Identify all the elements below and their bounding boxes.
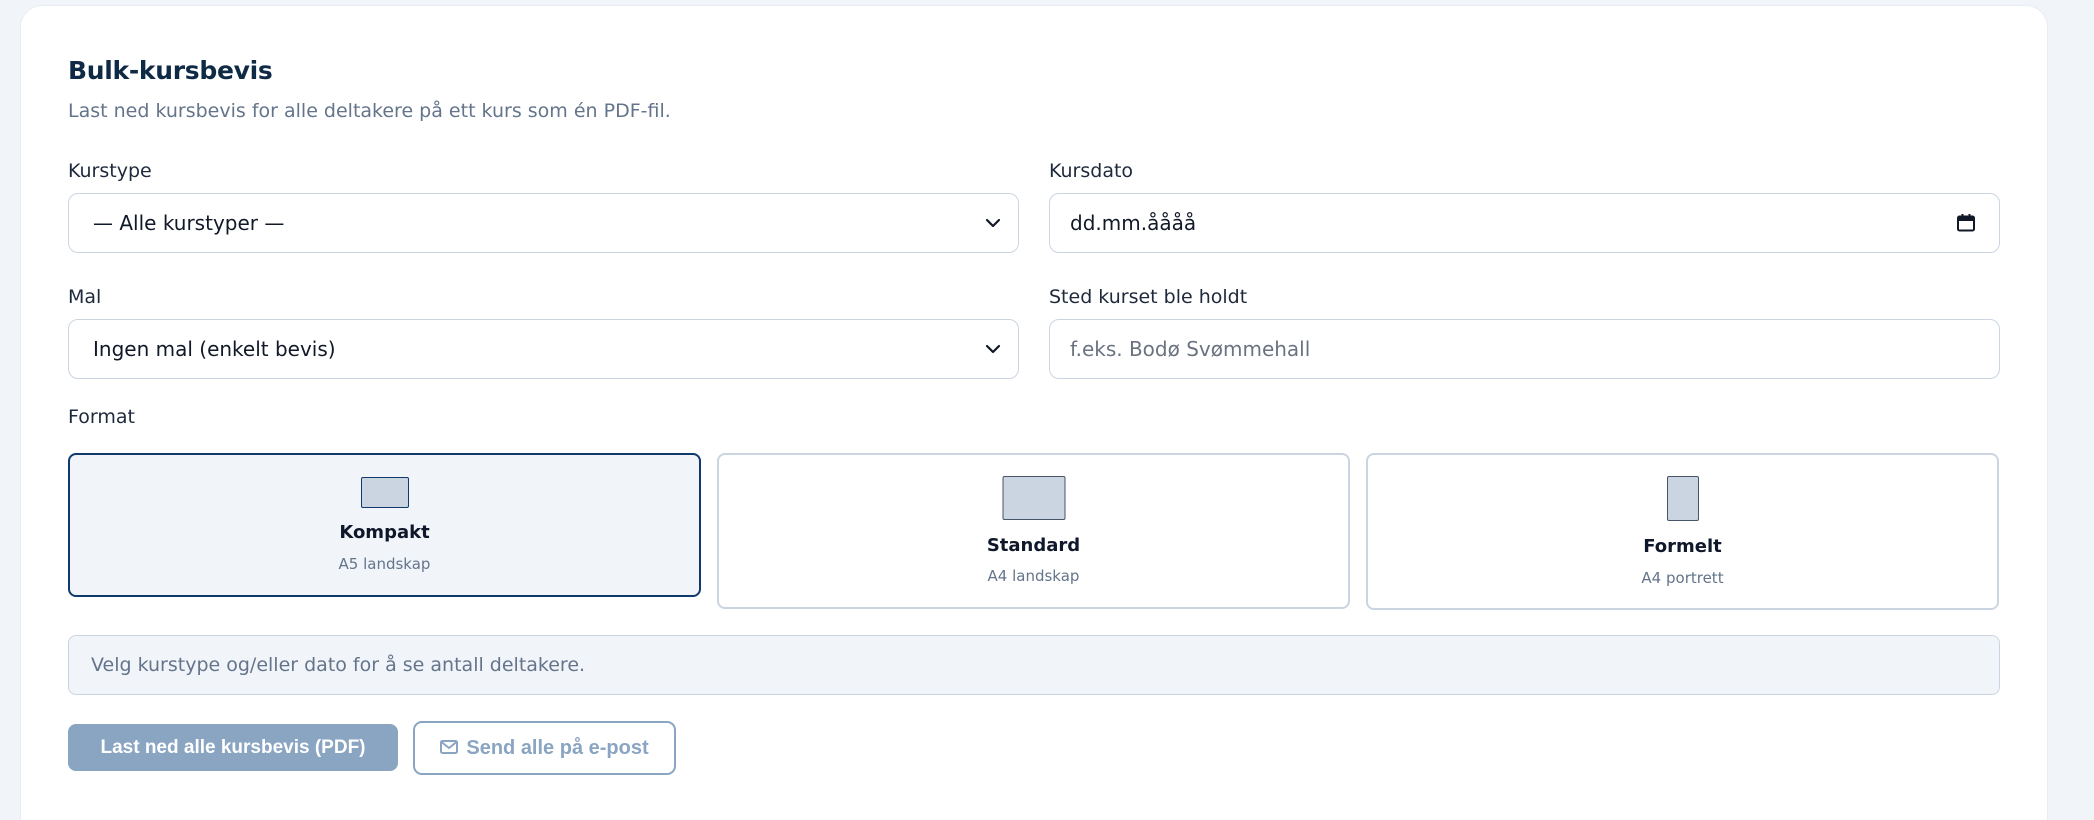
format-option-sub: A4 landskap xyxy=(987,567,1080,585)
course-type-label: Kurstype xyxy=(68,160,152,182)
send-all-email-button[interactable]: Send alle på e-post xyxy=(413,721,676,775)
download-all-pdf-button[interactable]: Last ned alle kursbevis (PDF) xyxy=(68,724,398,771)
format-option-name: Formelt xyxy=(1643,536,1722,557)
chevron-down-icon xyxy=(976,206,1010,240)
calendar-icon[interactable] xyxy=(1951,208,1981,238)
send-all-email-label: Send alle på e-post xyxy=(466,736,649,759)
course-type-value: — Alle kurstyper — xyxy=(93,211,285,235)
course-type-select[interactable]: — Alle kurstyper — xyxy=(68,193,1019,253)
location-input[interactable]: f.eks. Bodø Svømmehall xyxy=(1049,319,2000,379)
envelope-icon xyxy=(440,737,459,760)
template-value: Ingen mal (enkelt bevis) xyxy=(93,337,336,361)
landscape-large-icon xyxy=(1002,476,1065,520)
format-option-name: Standard xyxy=(986,535,1081,556)
page-title: Bulk-kursbevis xyxy=(68,56,273,85)
format-option-formelt[interactable]: Formelt A4 portrett xyxy=(1366,453,1999,610)
format-option-name: Kompakt xyxy=(339,522,430,543)
format-option-kompakt[interactable]: Kompakt A5 landskap xyxy=(68,453,701,597)
info-text: Velg kurstype og/eller dato for å se ant… xyxy=(91,654,586,676)
format-option-sub: A4 portrett xyxy=(1641,569,1724,587)
chevron-down-icon xyxy=(976,332,1010,366)
location-label: Sted kurset ble holdt xyxy=(1049,286,1248,308)
course-date-input[interactable]: dd.mm.åååå xyxy=(1049,193,2000,253)
template-label: Mal xyxy=(68,286,102,308)
format-label: Format xyxy=(68,406,135,428)
page-subtitle: Last ned kursbevis for alle deltakere på… xyxy=(68,100,671,122)
portrait-icon xyxy=(1666,476,1699,521)
location-placeholder: f.eks. Bodø Svømmehall xyxy=(1070,337,1311,361)
format-option-standard[interactable]: Standard A4 landskap xyxy=(717,453,1350,609)
landscape-small-icon xyxy=(360,477,409,508)
participant-count-info: Velg kurstype og/eller dato for å se ant… xyxy=(68,635,2000,695)
course-date-label: Kursdato xyxy=(1049,160,1134,182)
template-select[interactable]: Ingen mal (enkelt bevis) xyxy=(68,319,1019,379)
course-date-value: dd.mm.åååå xyxy=(1070,211,1197,235)
format-option-sub: A5 landskap xyxy=(338,555,431,573)
bulk-certificate-card xyxy=(20,5,2048,820)
